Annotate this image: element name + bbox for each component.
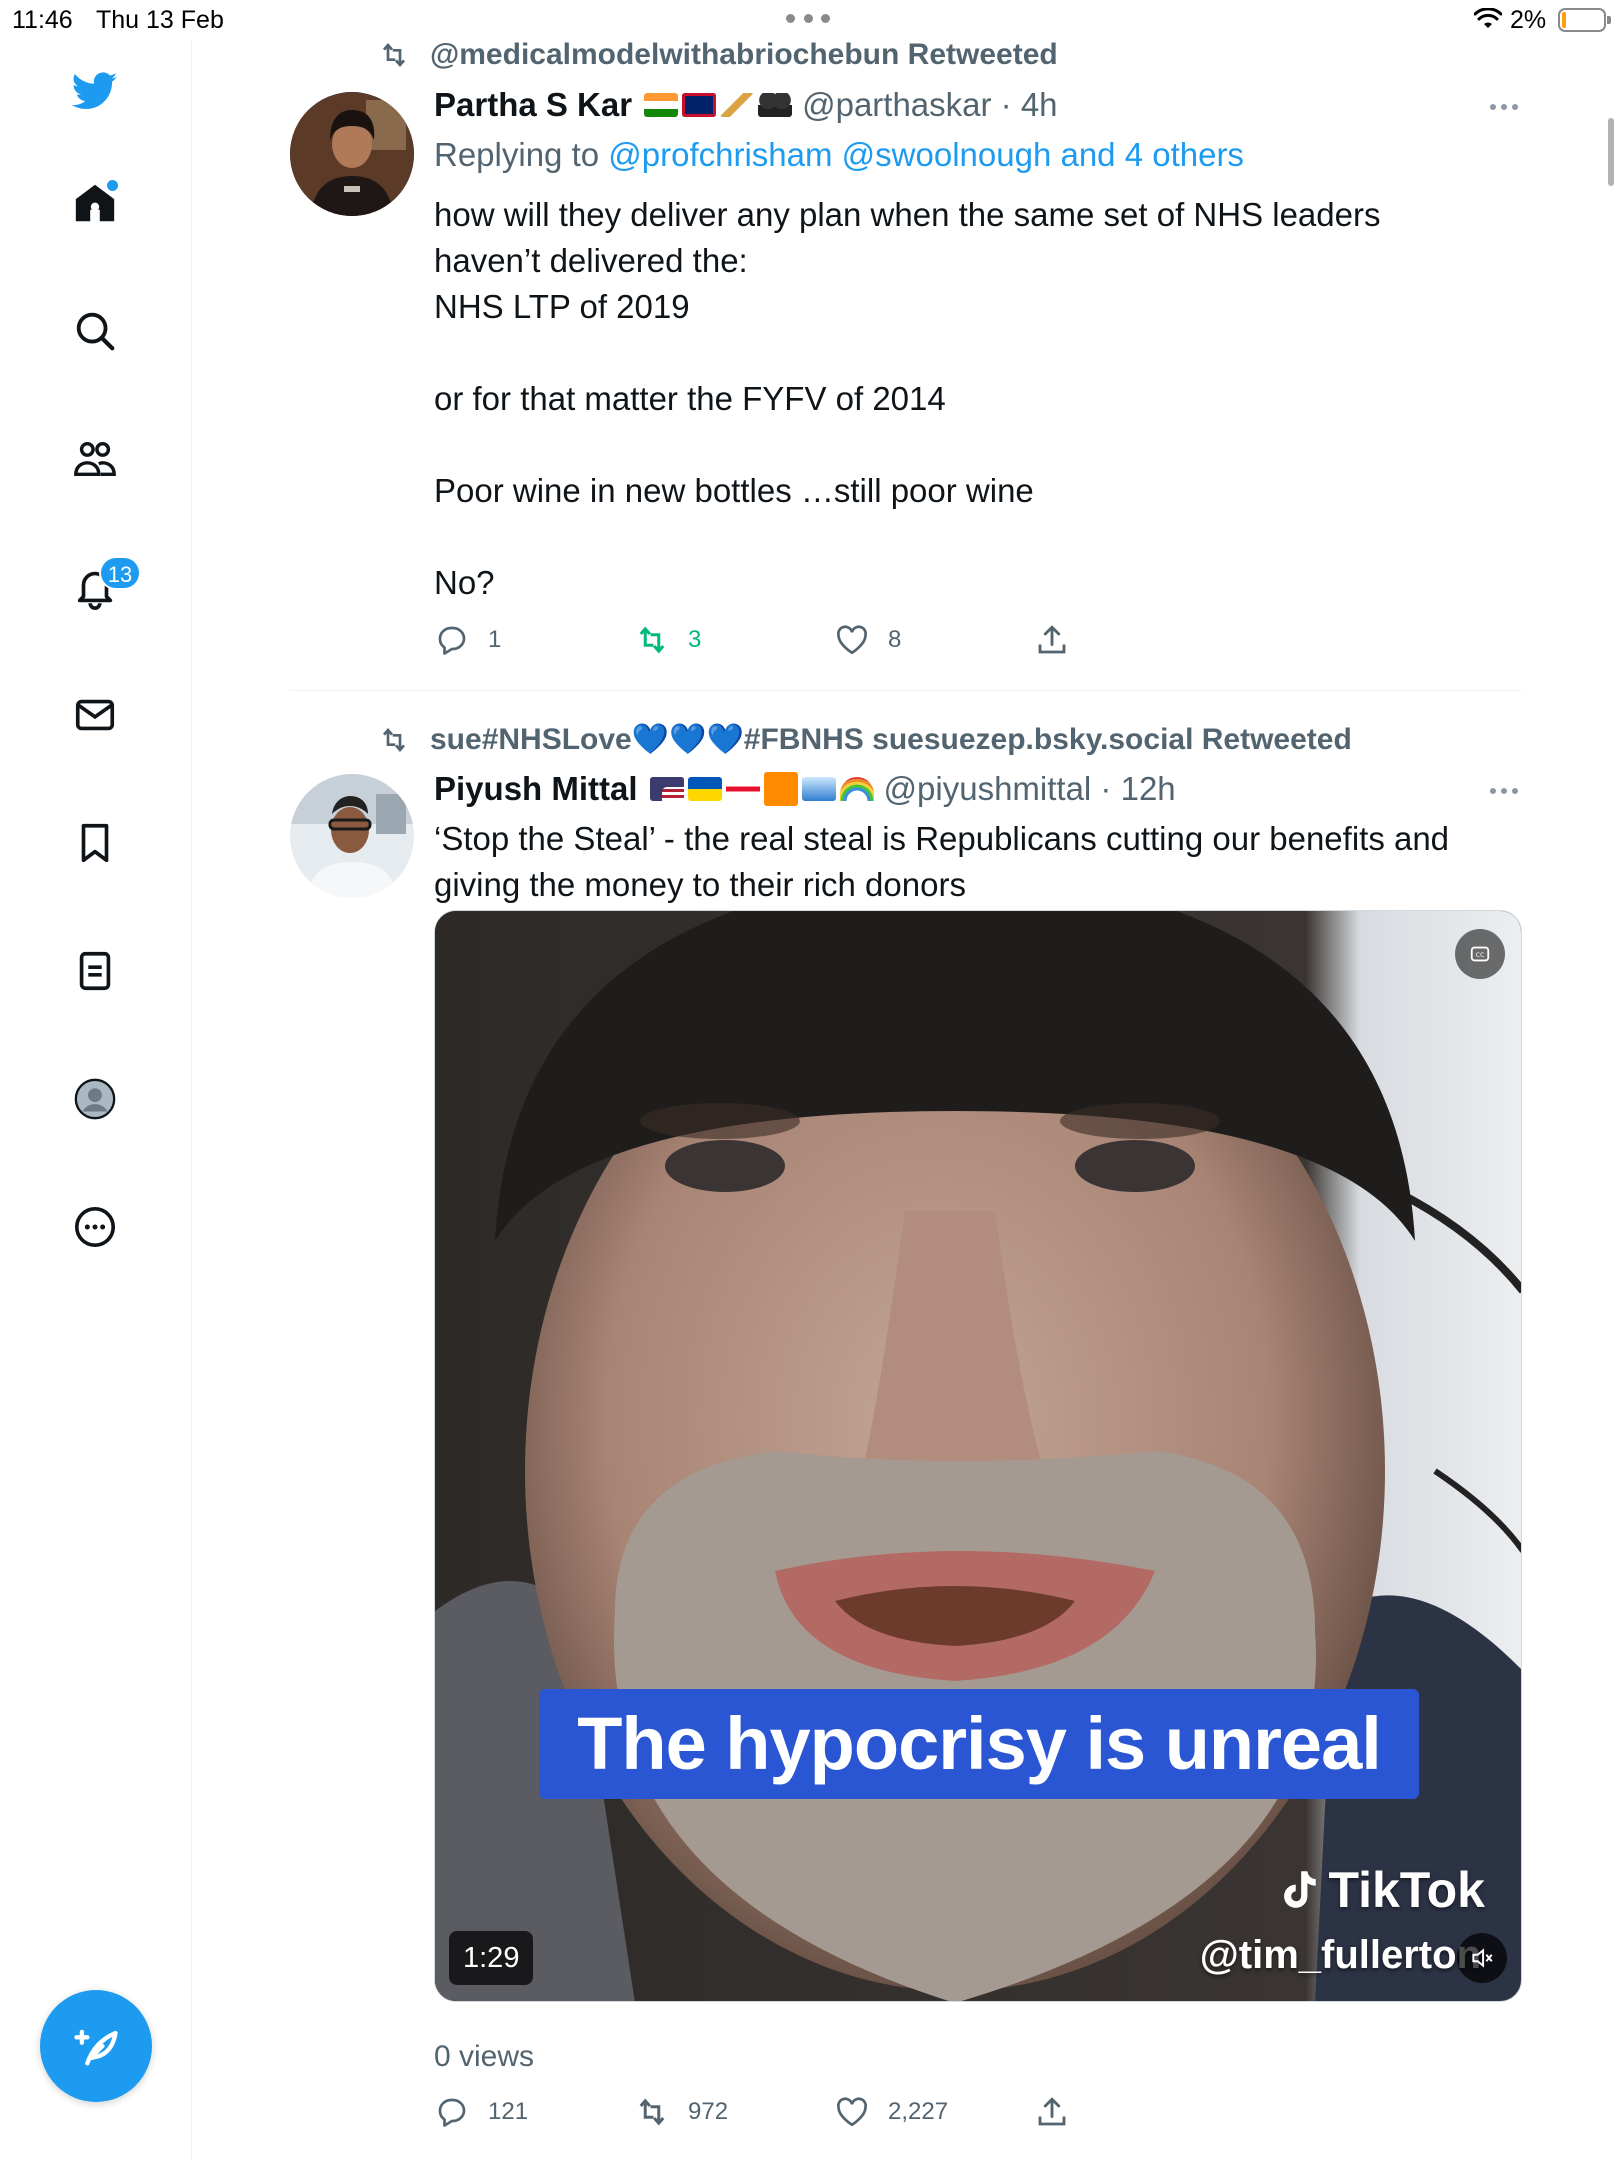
flag-georgia-icon <box>725 777 760 801</box>
retweeted-by[interactable]: @medicalmodelwithabriochebun Retweeted <box>430 38 1058 72</box>
movie-camera-icon <box>758 93 793 117</box>
flag-usa-icon <box>649 777 684 801</box>
retweet-icon <box>382 727 406 752</box>
feather-plus-icon <box>74 2029 118 2066</box>
people-icon[interactable] <box>66 430 124 488</box>
tiktok-icon <box>1284 1871 1317 1908</box>
bookmark-icon[interactable] <box>66 814 124 872</box>
retweet-button[interactable]: 3 <box>634 622 701 658</box>
tweet-actions: 121 972 2,227 <box>434 2094 1114 2134</box>
avatar[interactable] <box>290 774 414 898</box>
name-emojis <box>649 772 874 806</box>
status-date: Thu 13 Feb <box>96 6 224 34</box>
like-count: 8 <box>888 626 902 653</box>
profile-icon[interactable] <box>66 1070 124 1128</box>
replying-to: Replying to @profchrisham @swoolnough an… <box>434 136 1244 174</box>
mute-icon[interactable] <box>1457 1933 1507 1983</box>
tweet-text: ‘Stop the Steal’ - the real steal is Rep… <box>434 820 1450 903</box>
tiktok-username: @tim_fullerton <box>1199 1933 1481 1977</box>
like-count: 2,227 <box>888 2098 949 2125</box>
tweet-text: how will they deliver any plan when the … <box>434 196 1381 601</box>
share-icon <box>1038 625 1066 654</box>
handle-and-time[interactable]: @piyushmittal · 12h <box>884 770 1176 808</box>
twitter-bird-icon[interactable] <box>66 62 124 120</box>
heart-icon <box>837 2097 867 2127</box>
view-count: 0 views <box>434 2040 535 2073</box>
notifications-badge: 13 <box>99 556 141 590</box>
tweet-more-icon[interactable] <box>1490 788 1518 794</box>
tweet-header: Piyush Mittal @piyushmittal · 12h <box>434 770 1176 808</box>
video-player[interactable]: CC The hypocrisy is unreal TikTok @tim_f… <box>434 910 1522 2002</box>
home-unread-dot <box>107 180 118 191</box>
sidebar: 13 <box>0 40 192 2160</box>
retweet-button[interactable]: 972 <box>634 2094 728 2130</box>
rainbow-icon <box>839 777 874 801</box>
flag-uk-icon <box>682 93 717 117</box>
handle-and-time[interactable]: @parthaskar · 4h <box>802 86 1057 124</box>
reply-icon <box>438 2098 466 2127</box>
tiktok-wordmark: TikTok <box>1328 1862 1485 1918</box>
name-emojis <box>644 93 793 117</box>
battery-percent: 2% <box>1510 6 1547 34</box>
status-bar: 11:46 Thu 13 Feb 2% <box>0 0 1620 40</box>
retweeted-by[interactable]: sue#NHSLove💙💙💙#FBNHS suesuezep.bsky.soci… <box>430 722 1352 757</box>
replying-mentions[interactable]: @profchrisham @swoolnough and 4 others <box>608 136 1244 173</box>
battery-icon <box>1558 8 1611 32</box>
multitasking-dots[interactable] <box>786 14 830 24</box>
flag-india-icon <box>644 93 679 117</box>
display-name[interactable]: Piyush Mittal <box>434 770 638 808</box>
orange-square-icon <box>763 772 798 806</box>
status-time: 11:46 <box>12 6 73 34</box>
replying-prefix: Replying to <box>434 136 609 173</box>
retweet-icon <box>382 42 406 68</box>
tweet-header: Partha S Kar @parthaskar · 4h <box>434 86 1058 124</box>
reply-count: 1 <box>488 626 502 653</box>
retweet-context: @medicalmodelwithabriochebun Retweeted <box>374 38 1058 72</box>
video-frame <box>435 911 1521 2001</box>
retweet-icon <box>639 2098 665 2126</box>
closed-captions-icon[interactable]: CC <box>1455 929 1505 979</box>
share-button[interactable] <box>1034 2094 1070 2130</box>
share-icon <box>1038 2097 1066 2126</box>
tweet-divider <box>290 690 1522 691</box>
wifi-icon <box>1474 8 1502 28</box>
like-button[interactable]: 8 <box>834 622 901 658</box>
reply-count: 121 <box>488 2098 529 2125</box>
display-name[interactable]: Partha S Kar <box>434 86 632 124</box>
video-caption: The hypocrisy is unreal <box>539 1689 1419 1799</box>
retweet-icon <box>639 626 665 654</box>
reply-button[interactable]: 121 <box>434 2094 528 2130</box>
share-button[interactable] <box>1034 622 1070 658</box>
retweet-context: sue#NHSLove💙💙💙#FBNHS suesuezep.bsky.soci… <box>374 722 1352 757</box>
like-button[interactable]: 2,227 <box>834 2094 948 2130</box>
list-icon[interactable] <box>66 942 124 1000</box>
search-icon[interactable] <box>66 302 124 360</box>
reply-button[interactable]: 1 <box>434 622 501 658</box>
tweet-actions: 1 3 8 <box>434 622 1114 662</box>
retweet-count: 972 <box>688 2098 729 2125</box>
video-duration: 1:29 <box>449 1931 534 1985</box>
bell-icon[interactable]: 13 <box>66 556 141 616</box>
heart-icon <box>837 625 867 655</box>
tiktok-watermark: TikTok <box>1272 1861 1485 1919</box>
more-circle-icon[interactable] <box>66 1198 124 1256</box>
retweet-count: 3 <box>688 626 702 653</box>
tweet-more-icon[interactable] <box>1490 104 1518 110</box>
flag-ukraine-icon <box>687 777 722 801</box>
scrollbar[interactable] <box>1608 118 1614 186</box>
compose-tweet-button[interactable] <box>40 1990 152 2102</box>
wave-icon <box>801 777 836 801</box>
reply-icon <box>438 626 466 655</box>
cricket-icon <box>720 93 755 117</box>
svg-text:CC: CC <box>1476 951 1485 959</box>
home-icon[interactable] <box>66 174 124 232</box>
avatar[interactable] <box>290 92 414 216</box>
mail-icon[interactable] <box>66 686 124 744</box>
